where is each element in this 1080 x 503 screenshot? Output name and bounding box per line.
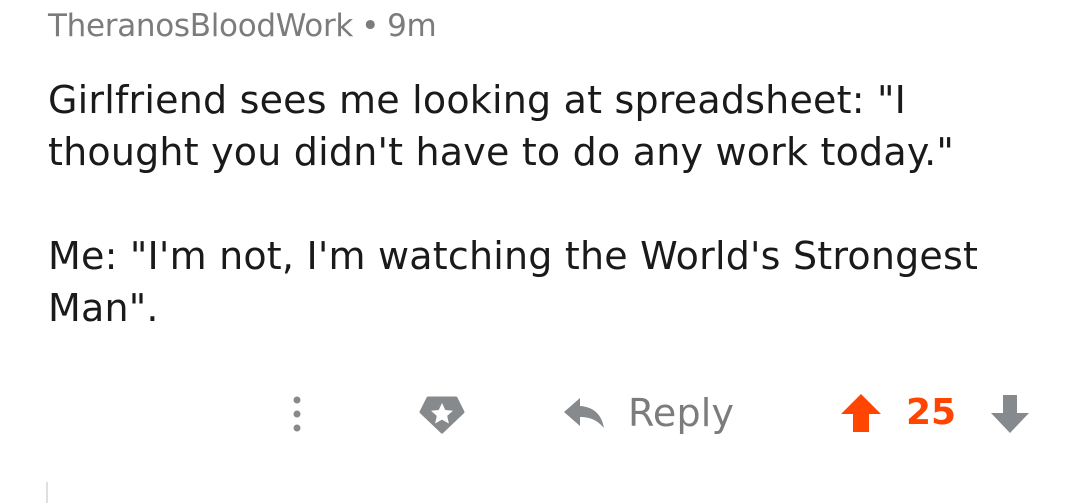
vote-score: 25 (906, 392, 957, 433)
comment-paragraph: Me: "I'm not, I'm watching the World's S… (48, 234, 979, 330)
reply-arrow-icon (564, 398, 604, 428)
comment-paragraph: Girlfriend sees me looking at spreadshee… (48, 78, 955, 174)
upvote-button[interactable] (838, 391, 884, 435)
meta-separator: • (361, 8, 380, 44)
award-star-icon (419, 396, 465, 434)
downvote-arrow-icon (991, 395, 1029, 433)
thread-indent-line (46, 482, 48, 503)
comment-actions: Reply 25 (0, 380, 1080, 446)
comment-meta: TheranosBloodWork • 9m (48, 8, 437, 44)
give-award-button[interactable] (418, 392, 466, 436)
author-name[interactable]: TheranosBloodWork (48, 8, 353, 44)
more-options-button[interactable] (282, 392, 312, 436)
downvote-button[interactable] (988, 392, 1032, 436)
comment: TheranosBloodWork • 9m Girlfriend sees me … (0, 0, 1080, 503)
comment-body: Girlfriend sees me looking at spreadshee… (48, 74, 1048, 334)
comment-age: 9m (387, 8, 437, 44)
vertical-dots-icon (293, 396, 301, 432)
upvote-arrow-icon (841, 394, 881, 432)
reply-label: Reply (628, 391, 735, 435)
reply-button[interactable]: Reply (562, 388, 734, 438)
